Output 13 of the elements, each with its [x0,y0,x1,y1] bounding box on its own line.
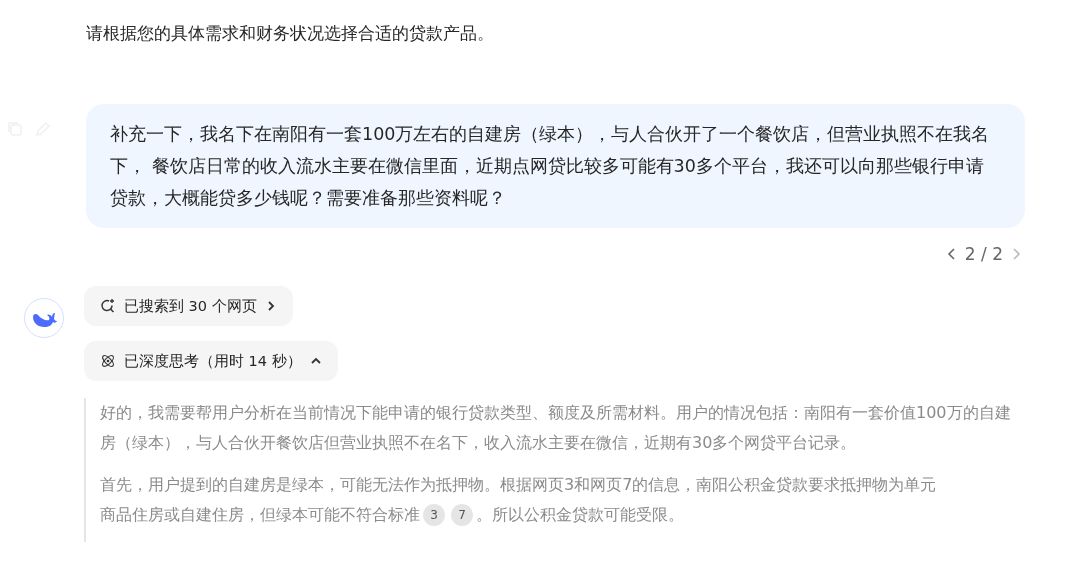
thinking-text: 首先，用户提到的自建房是绿本，可能无法作为抵押物。根据网页3和网页7的信息，南阳公积金贷款要求抵押物为单元 [100,474,938,496]
answer-text: 请根据您的具体需求和财务状况选择合适的贷款产品。 [86,22,495,45]
page-counter: 2 / 2 [964,244,1003,264]
atom-icon [100,353,116,369]
search-icon [100,298,116,314]
thinking-toggle-button[interactable]: 已深度思考（用时 14 秒） [84,341,338,381]
thinking-text: 好的，我需要帮用户分析在当前情况下能申请的银行贷款类型、额度及所需材料。用户的情况包括：南阳有一套价值100万的自建房（绿本），与人合伙开餐饮店但营业执照不在名下，收入流水主要在微信，近期有30多个网贷平台记录。 [100,402,1012,454]
user-message: 补充一下，我名下在南阳有一套100万左右的自建房（绿本），与人合伙开了一个餐饮店，但营业执照不在我名下， 餐饮店日常的收入流水主要在微信里面，近期点网贷比较多可能有30多个平台，我还可以向那些银行申请贷款，大概能贷多少钱呢？需要准备那些资料呢？ [86,104,1025,228]
citation-badge[interactable]: 7 [451,504,473,526]
thinking-text: 。所以公积金贷款可能受限。 [476,504,684,526]
citation-badge[interactable]: 3 [423,504,445,526]
thinking-text: 商品住房或自建住房，但绿本可能不符合标准 [100,504,420,526]
search-results-button[interactable]: 已搜索到 30 个网页 [84,286,293,326]
